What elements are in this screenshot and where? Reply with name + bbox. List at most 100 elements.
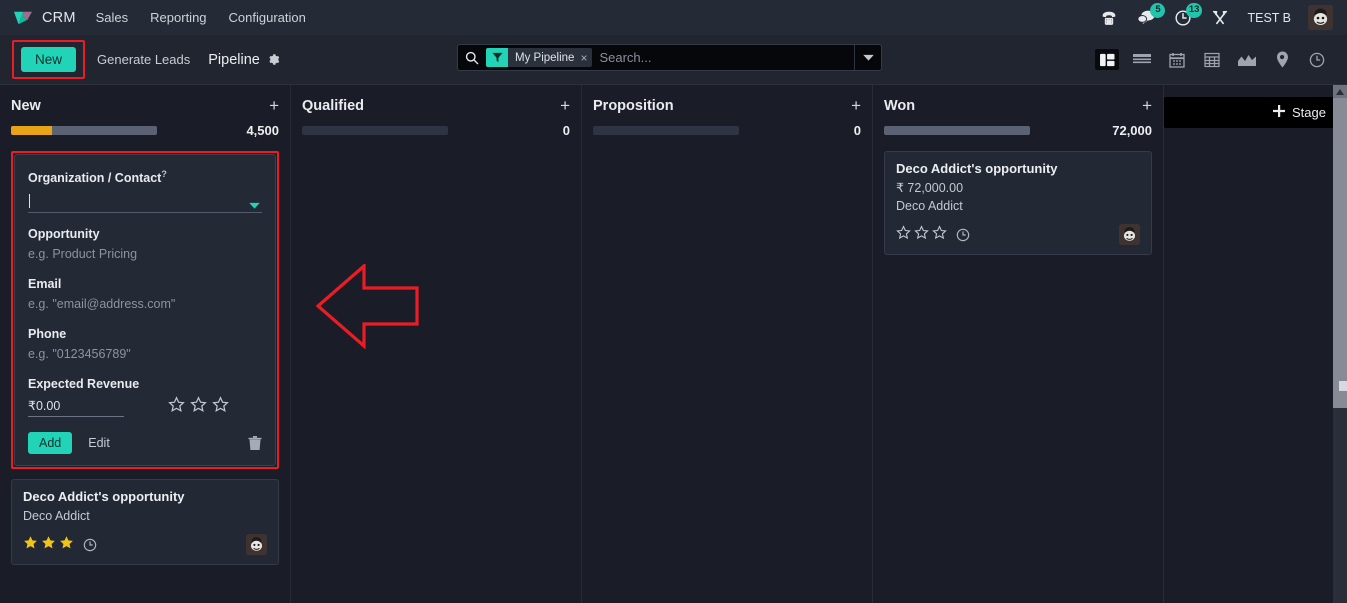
edit-button[interactable]: Edit [88, 436, 110, 450]
view-calendar[interactable] [1165, 49, 1189, 70]
activities-counter[interactable]: 13 [1173, 2, 1203, 28]
search-dropdown-toggle[interactable] [854, 45, 881, 70]
app-brand[interactable]: CRM [12, 9, 76, 27]
column-progress-bar[interactable] [593, 126, 739, 135]
priority-star-1[interactable] [896, 224, 911, 245]
text-cursor [29, 194, 30, 209]
avatar[interactable] [1308, 5, 1333, 30]
messages-counter[interactable]: 5 [1136, 2, 1166, 28]
search-facet-my-pipeline[interactable]: My Pipeline × [486, 48, 593, 67]
column-cards: Deco Addict's opportunity ₹ 72,000.00 De… [884, 151, 1152, 256]
column-add-record-icon[interactable]: + [269, 97, 279, 114]
view-kanban[interactable] [1095, 49, 1119, 70]
kanban-column-new: New + 4,500 Organization / Contact? Oppo… [0, 85, 291, 603]
column-title: Proposition [593, 97, 674, 114]
column-progress-bar[interactable] [11, 126, 157, 135]
view-graph[interactable] [1235, 49, 1259, 70]
priority-star-2[interactable] [190, 396, 207, 418]
kanban-card[interactable]: Deco Addict's opportunity Deco Addict [11, 479, 279, 566]
menu-configuration[interactable]: Configuration [229, 10, 306, 25]
field-email: Email e.g. "email@address.com" [28, 277, 262, 313]
priority-star-2[interactable] [914, 224, 929, 245]
column-cards: Organization / Contact? Opportunity e.g.… [11, 151, 279, 566]
quick-create-form: Organization / Contact? Opportunity e.g.… [14, 154, 276, 467]
phone-icon[interactable] [1099, 8, 1119, 28]
kanban-card[interactable]: Deco Addict's opportunity ₹ 72,000.00 De… [884, 151, 1152, 256]
vertical-scrollbar[interactable] [1333, 85, 1347, 603]
email-input[interactable]: e.g. "email@address.com" [28, 296, 262, 313]
view-list[interactable] [1130, 49, 1154, 70]
column-header: Proposition + 0 [593, 85, 861, 138]
priority-stars[interactable] [168, 396, 229, 418]
organization-contact-input[interactable] [28, 190, 262, 214]
search-facet-label[interactable]: My Pipeline × [508, 48, 593, 67]
breadcrumb: Pipeline [208, 52, 280, 68]
gear-icon[interactable] [267, 53, 280, 66]
column-total: 0 [562, 123, 570, 138]
column-add-record-icon[interactable]: + [1142, 97, 1152, 114]
search-bar[interactable]: My Pipeline × [457, 44, 882, 71]
new-button-highlight-wrapper: New [12, 40, 86, 79]
user-menu[interactable]: TEST B [1247, 11, 1291, 25]
quick-create-highlight-wrapper: Organization / Contact? Opportunity e.g.… [11, 151, 279, 470]
column-add-record-icon[interactable]: + [851, 97, 861, 114]
card-partner: Deco Addict [23, 509, 90, 524]
priority-star-2[interactable] [41, 535, 56, 555]
add-stage-button[interactable]: Stage [1164, 97, 1336, 128]
kanban-column-qualified: Qualified + 0 [291, 85, 582, 603]
view-activity[interactable] [1305, 49, 1329, 70]
priority-star-3[interactable] [59, 535, 74, 555]
help-icon[interactable]: ? [161, 169, 167, 179]
scrollbar-marker [1339, 381, 1347, 391]
app-name: CRM [42, 9, 76, 26]
menu-sales[interactable]: Sales [96, 10, 129, 25]
facet-remove-icon[interactable]: × [580, 51, 587, 65]
add-button[interactable]: Add [28, 432, 73, 455]
avatar[interactable] [1119, 224, 1140, 246]
card-priority-stars[interactable] [23, 535, 74, 555]
opportunity-input[interactable]: e.g. Product Pricing [28, 246, 262, 263]
filter-funnel-icon [486, 48, 508, 67]
card-partner: Deco Addict [896, 199, 963, 214]
column-progress-bar[interactable] [884, 126, 1030, 135]
column-progress-bar[interactable] [302, 126, 448, 135]
activities-badge: 13 [1185, 2, 1203, 18]
field-label: Organization / Contact? [28, 169, 262, 185]
wrench-screwdriver-icon[interactable] [1210, 8, 1230, 28]
column-title: Won [884, 97, 916, 114]
field-organization-contact: Organization / Contact? [28, 169, 262, 214]
expected-revenue-input[interactable]: ₹0.00 [28, 398, 124, 417]
quick-create-actions: Add Edit [28, 432, 262, 455]
page-title: Pipeline [208, 51, 260, 68]
view-map[interactable] [1270, 49, 1294, 70]
trash-icon[interactable] [248, 435, 262, 451]
scrollbar-thumb[interactable] [1333, 98, 1347, 408]
avatar[interactable] [246, 534, 267, 556]
navbar-systray: 5 13 TEST B [1099, 2, 1337, 30]
priority-star-3[interactable] [212, 396, 229, 418]
priority-star-1[interactable] [23, 535, 38, 555]
column-total: 0 [853, 123, 861, 138]
clock-icon[interactable] [956, 228, 970, 242]
facet-text: My Pipeline [515, 51, 575, 64]
kanban-board: New + 4,500 Organization / Contact? Oppo… [0, 85, 1336, 603]
chevron-down-icon[interactable] [249, 196, 260, 214]
clock-icon[interactable] [83, 538, 97, 552]
scroll-up-arrow-icon[interactable] [1333, 85, 1347, 98]
column-add-record-icon[interactable]: + [560, 97, 570, 114]
priority-star-1[interactable] [168, 396, 185, 418]
navbar-menu: Sales Reporting Configuration [96, 10, 306, 25]
column-total: 4,500 [246, 123, 279, 138]
priority-star-3[interactable] [932, 224, 947, 245]
card-priority-stars[interactable] [896, 224, 947, 245]
field-expected-revenue: Expected Revenue ₹0.00 [28, 377, 262, 418]
top-navbar: CRM Sales Reporting Configuration 5 13 T… [0, 0, 1347, 35]
field-label: Expected Revenue [28, 377, 140, 392]
view-pivot[interactable] [1200, 49, 1224, 70]
menu-reporting[interactable]: Reporting [150, 10, 206, 25]
generate-leads-button[interactable]: Generate Leads [97, 52, 190, 67]
phone-input[interactable]: e.g. "0123456789" [28, 346, 262, 363]
field-phone: Phone e.g. "0123456789" [28, 327, 262, 363]
search-input[interactable] [596, 50, 854, 65]
new-button[interactable]: New [21, 47, 77, 72]
